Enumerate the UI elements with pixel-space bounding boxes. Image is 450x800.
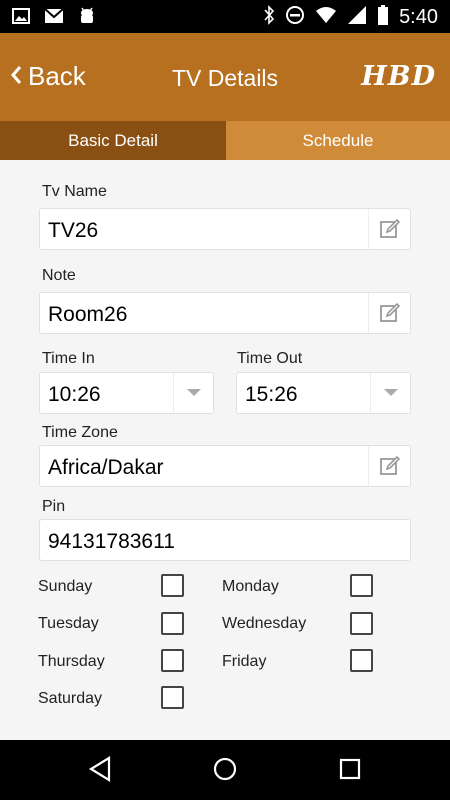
home-circle-icon[interactable] (213, 756, 237, 787)
gmail-icon (44, 8, 64, 29)
time-zone-label: Time Zone (42, 424, 118, 441)
tab-schedule[interactable]: Schedule (226, 121, 450, 160)
edit-icon[interactable] (368, 293, 410, 333)
logo: HBD (361, 61, 436, 92)
checkbox-thursday[interactable] (161, 649, 184, 672)
day-label-thursday: Thursday (38, 653, 105, 670)
tab-bar: Basic Detail Schedule (0, 121, 450, 160)
back-triangle-icon[interactable] (88, 756, 112, 787)
day-label-tuesday: Tuesday (38, 615, 99, 632)
tv-name-field[interactable]: TV26 (39, 208, 411, 250)
checkbox-wednesday[interactable] (350, 612, 373, 635)
time-out-label: Time Out (237, 350, 303, 367)
form-content: Tv Name TV26 Note Room26 Time In 10:26 T… (0, 160, 450, 740)
wifi-icon (315, 6, 337, 29)
time-in-label: Time In (42, 350, 95, 367)
pin-label: Pin (42, 498, 66, 515)
checkbox-monday[interactable] (350, 574, 373, 597)
tv-name-value: TV26 (48, 219, 99, 242)
status-bar: 5:40 (0, 0, 450, 33)
day-label-saturday: Saturday (38, 690, 103, 707)
tv-name-label: Tv Name (42, 183, 107, 200)
signal-icon (347, 5, 367, 30)
dropdown-arrow-icon (173, 373, 213, 413)
checkbox-saturday[interactable] (161, 686, 184, 709)
checkbox-tuesday[interactable] (161, 612, 184, 635)
day-label-friday: Friday (222, 653, 267, 670)
day-label-sunday: Sunday (38, 578, 93, 595)
android-debug-icon (78, 7, 96, 30)
app-bar: Back TV Details HBD (0, 33, 450, 121)
checkbox-sunday[interactable] (161, 574, 184, 597)
edit-icon[interactable] (368, 446, 410, 486)
battery-icon (377, 5, 389, 30)
note-value: Room26 (48, 303, 128, 326)
tab-basic-detail[interactable]: Basic Detail (0, 121, 226, 160)
system-nav-bar (0, 740, 450, 800)
time-zone-value: Africa/Dakar (48, 456, 164, 479)
recents-square-icon[interactable] (338, 756, 362, 787)
time-out-select[interactable]: 15:26 (236, 372, 411, 414)
day-label-monday: Monday (222, 578, 279, 595)
image-icon (12, 8, 30, 29)
edit-icon[interactable] (368, 209, 410, 249)
do-not-disturb-icon (285, 5, 305, 30)
day-label-wednesday: Wednesday (222, 615, 307, 632)
checkbox-friday[interactable] (350, 649, 373, 672)
bluetooth-icon (263, 5, 275, 30)
note-field[interactable]: Room26 (39, 292, 411, 334)
time-zone-field[interactable]: Africa/Dakar (39, 445, 411, 487)
pin-value: 94131783611 (48, 530, 175, 553)
time-in-value: 10:26 (48, 383, 101, 406)
clock: 5:40 (399, 6, 438, 28)
pin-field[interactable]: 94131783611 (39, 519, 411, 561)
time-in-select[interactable]: 10:26 (39, 372, 214, 414)
dropdown-arrow-icon (370, 373, 410, 413)
time-out-value: 15:26 (245, 383, 298, 406)
note-label: Note (42, 267, 76, 284)
